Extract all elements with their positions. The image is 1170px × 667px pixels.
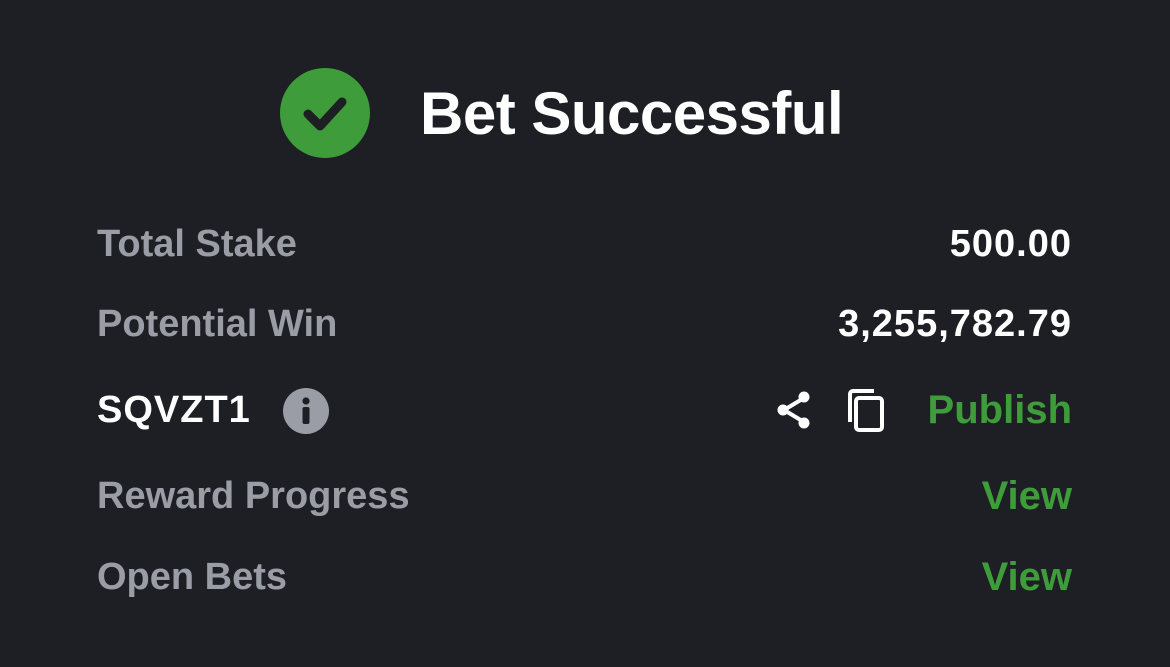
page-title: Bet Successful <box>420 80 844 147</box>
info-icon[interactable] <box>283 388 329 434</box>
publish-button[interactable]: Publish <box>928 380 1072 440</box>
total-stake-label: Total Stake <box>97 223 297 265</box>
bet-success-header: Bet Successful <box>0 68 1170 160</box>
share-icon[interactable] <box>772 388 816 432</box>
booking-code: SQVZT1 <box>97 389 251 431</box>
reward-progress-view-link[interactable]: View <box>982 466 1072 526</box>
total-stake-row: Total Stake 500.00 <box>97 214 1072 274</box>
potential-win-label: Potential Win <box>97 303 338 345</box>
open-bets-view-link[interactable]: View <box>982 547 1072 607</box>
reward-progress-label: Reward Progress <box>97 475 410 517</box>
open-bets-row: Open Bets View <box>97 547 1072 607</box>
check-circle-icon <box>280 68 370 158</box>
total-stake-value: 500.00 <box>949 223 1072 265</box>
booking-code-row: SQVZT1 Publish <box>97 380 1072 440</box>
potential-win-value: 3,255,782.79 <box>838 303 1072 345</box>
copy-icon[interactable] <box>844 386 888 434</box>
open-bets-label: Open Bets <box>97 556 288 598</box>
reward-progress-row: Reward Progress View <box>97 466 1072 526</box>
potential-win-row: Potential Win 3,255,782.79 <box>97 294 1072 354</box>
